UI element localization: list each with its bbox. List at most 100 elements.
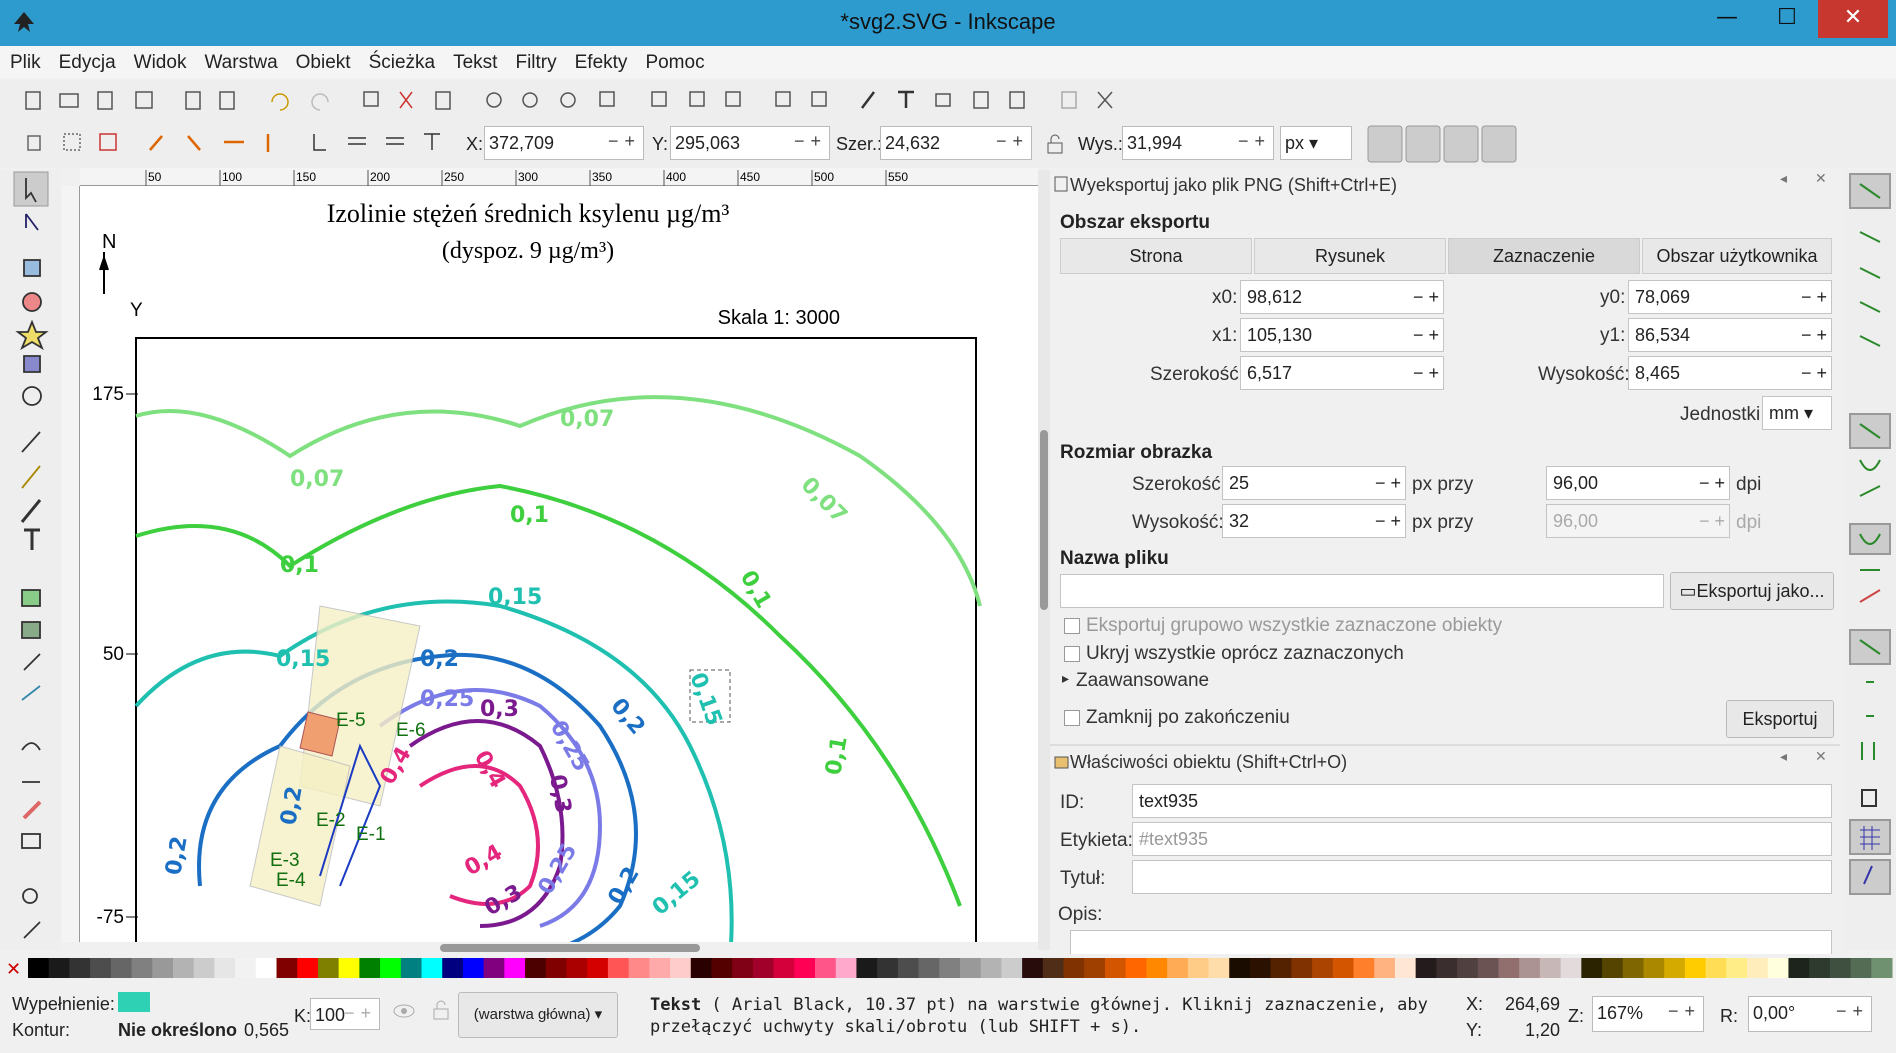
palette-swatch[interactable]: [1560, 958, 1582, 978]
palette-swatch[interactable]: [566, 958, 588, 978]
palette-swatch[interactable]: [317, 958, 340, 978]
palette-swatch[interactable]: [711, 958, 733, 978]
width-input[interactable]: 24,632 −+: [880, 126, 1032, 160]
x-input[interactable]: 372,709 −+: [484, 126, 644, 160]
palette-swatch[interactable]: [752, 958, 775, 978]
color-palette[interactable]: ✕: [0, 958, 1896, 980]
palette-swatch[interactable]: [1374, 958, 1396, 978]
palette-swatch[interactable]: [1829, 958, 1852, 978]
palette-swatch[interactable]: [1871, 958, 1893, 978]
palette-swatch[interactable]: [235, 958, 257, 978]
palette-swatch[interactable]: [939, 958, 961, 978]
props-panel-close-button[interactable]: ✕: [1815, 748, 1827, 765]
palette-swatch[interactable]: [628, 958, 650, 978]
y1-spin-buttons[interactable]: − +: [1801, 325, 1827, 346]
palette-swatch[interactable]: [1208, 958, 1230, 978]
palette-swatch[interactable]: [1705, 958, 1727, 978]
unit-select[interactable]: px ▾: [1280, 126, 1352, 160]
filename-input[interactable]: [1060, 574, 1664, 608]
hide-others-checkbox[interactable]: [1064, 646, 1080, 662]
palette-swatch[interactable]: [794, 958, 816, 978]
palette-swatch[interactable]: [28, 958, 50, 978]
palette-swatch[interactable]: [1602, 958, 1624, 978]
menu-warstwa[interactable]: Warstwa: [194, 46, 285, 74]
id-input[interactable]: text935: [1132, 784, 1832, 818]
export-panel-close-button[interactable]: ✕: [1815, 170, 1827, 187]
palette-swatch[interactable]: [1498, 958, 1520, 978]
rotation-spin-buttons[interactable]: −+: [1836, 1001, 1869, 1022]
palette-swatch[interactable]: [1353, 958, 1375, 978]
palette-swatch[interactable]: [421, 958, 443, 978]
palette-swatch[interactable]: [1332, 958, 1355, 978]
export-panel-collapse-button[interactable]: ◂: [1780, 170, 1787, 187]
drawing-canvas[interactable]: Izolinie stężeń średnich ksylenu µg/m³ (…: [80, 186, 1038, 942]
palette-swatch[interactable]: [172, 958, 195, 978]
palette-swatch[interactable]: [773, 958, 795, 978]
height-area-spin-buttons[interactable]: − +: [1801, 363, 1827, 384]
palette-swatch[interactable]: [152, 958, 174, 978]
palette-swatch[interactable]: [338, 958, 360, 978]
palette-swatch[interactable]: [525, 958, 547, 978]
palette-swatch[interactable]: [980, 958, 1002, 978]
layer-lock-icon[interactable]: [432, 1000, 450, 1020]
palette-swatch[interactable]: [1415, 958, 1437, 978]
dpi-spin-buttons[interactable]: − +: [1699, 473, 1725, 494]
palette-swatch[interactable]: [90, 958, 112, 978]
zoom-input[interactable]: 167% −+: [1592, 996, 1704, 1032]
palette-swatch[interactable]: [193, 958, 215, 978]
img-height-input[interactable]: 32 − +: [1222, 504, 1406, 538]
palette-swatches[interactable]: ✕: [0, 958, 1896, 980]
palette-swatch[interactable]: [69, 958, 91, 978]
maximize-button[interactable]: ☐: [1758, 0, 1816, 38]
title-input[interactable]: [1132, 860, 1832, 894]
palette-swatch[interactable]: [1084, 958, 1106, 978]
menu-widok[interactable]: Widok: [124, 46, 195, 74]
y0-spin-buttons[interactable]: − +: [1801, 287, 1827, 308]
export-as-button[interactable]: ▭Eksportuj jako...: [1670, 572, 1834, 610]
tab-page[interactable]: Strona: [1060, 238, 1252, 274]
palette-swatch[interactable]: [214, 958, 236, 978]
palette-swatch[interactable]: [1063, 958, 1085, 978]
palette-swatch[interactable]: [897, 958, 920, 978]
close-button[interactable]: ✕: [1818, 0, 1888, 38]
palette-swatch[interactable]: [1394, 958, 1417, 978]
menu-sciezka[interactable]: Ścieżka: [359, 46, 444, 74]
palette-swatch[interactable]: [1229, 958, 1251, 978]
zoom-spin-buttons[interactable]: −+: [1668, 1001, 1701, 1022]
palette-swatch[interactable]: [380, 958, 402, 978]
palette-swatch[interactable]: [856, 958, 878, 978]
advanced-expander-icon[interactable]: ▸: [1062, 670, 1069, 687]
minimize-button[interactable]: —: [1698, 0, 1756, 38]
menu-edycja[interactable]: Edycja: [49, 46, 124, 74]
x1-input[interactable]: 105,130 − +: [1240, 318, 1444, 352]
tab-selection[interactable]: Zaznaczenie: [1448, 238, 1640, 274]
menu-pomoc[interactable]: Pomoc: [635, 46, 712, 74]
width-area-input[interactable]: 6,517 − +: [1240, 356, 1444, 390]
visibility-eye-icon[interactable]: [392, 1002, 416, 1020]
palette-swatch[interactable]: [1850, 958, 1872, 978]
palette-swatch[interactable]: [1125, 958, 1147, 978]
palette-swatch[interactable]: [877, 958, 899, 978]
width-area-spin-buttons[interactable]: − +: [1413, 363, 1439, 384]
y-input[interactable]: 295,063 −+: [670, 126, 830, 160]
palette-swatch[interactable]: [1622, 958, 1644, 978]
palette-swatch[interactable]: [545, 958, 567, 978]
palette-swatch[interactable]: [400, 958, 423, 978]
img-height-spin-buttons[interactable]: − +: [1375, 511, 1401, 532]
palette-swatch[interactable]: [1457, 958, 1479, 978]
props-panel-collapse-button[interactable]: ◂: [1780, 748, 1787, 765]
palette-swatch[interactable]: [690, 958, 712, 978]
palette-swatch[interactable]: [1022, 958, 1044, 978]
palette-swatch[interactable]: [960, 958, 982, 978]
img-width-spin-buttons[interactable]: − +: [1375, 473, 1401, 494]
menu-obiekt[interactable]: Obiekt: [286, 46, 359, 74]
units-select[interactable]: mm ▾: [1762, 396, 1832, 430]
vscroll-thumb[interactable]: [1040, 430, 1048, 610]
palette-swatch[interactable]: [1643, 958, 1665, 978]
palette-swatch[interactable]: [1684, 958, 1707, 978]
palette-swatch[interactable]: [1436, 958, 1458, 978]
menu-efekty[interactable]: Efekty: [565, 46, 636, 74]
palette-swatch[interactable]: [587, 958, 609, 978]
palette-swatch[interactable]: [359, 958, 381, 978]
palette-swatch[interactable]: [1291, 958, 1313, 978]
